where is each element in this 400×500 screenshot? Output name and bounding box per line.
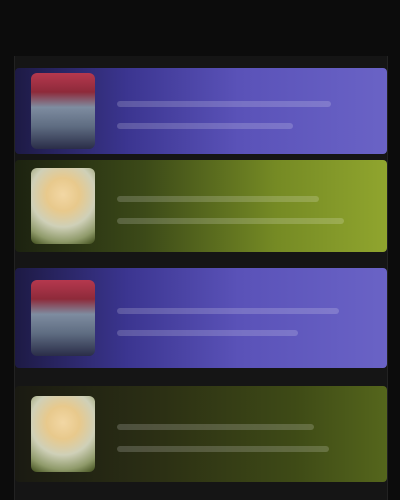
list-item-bar bbox=[117, 196, 319, 202]
list-item-bar bbox=[117, 308, 339, 314]
list-item-text bbox=[95, 416, 387, 452]
list-item-3[interactable] bbox=[15, 268, 387, 368]
header bbox=[0, 0, 400, 56]
list-item-text bbox=[95, 188, 387, 224]
list-item-text bbox=[95, 93, 387, 129]
list-item-bar bbox=[117, 424, 314, 430]
list-item-4[interactable] bbox=[15, 386, 387, 482]
list-item-bar bbox=[117, 446, 329, 452]
list-item-text bbox=[95, 300, 387, 336]
list-item-bar bbox=[117, 330, 299, 336]
list-item-bar bbox=[117, 101, 332, 107]
list-item-bar bbox=[117, 218, 344, 224]
character-portrait-icon bbox=[31, 73, 95, 149]
list-item-1[interactable] bbox=[15, 68, 387, 154]
character-portrait-icon bbox=[31, 280, 95, 356]
list-item-bar bbox=[117, 123, 294, 129]
character-portrait-icon bbox=[31, 168, 95, 244]
character-list bbox=[14, 56, 388, 500]
list-item-2[interactable] bbox=[15, 160, 387, 252]
character-portrait-icon bbox=[31, 396, 95, 472]
